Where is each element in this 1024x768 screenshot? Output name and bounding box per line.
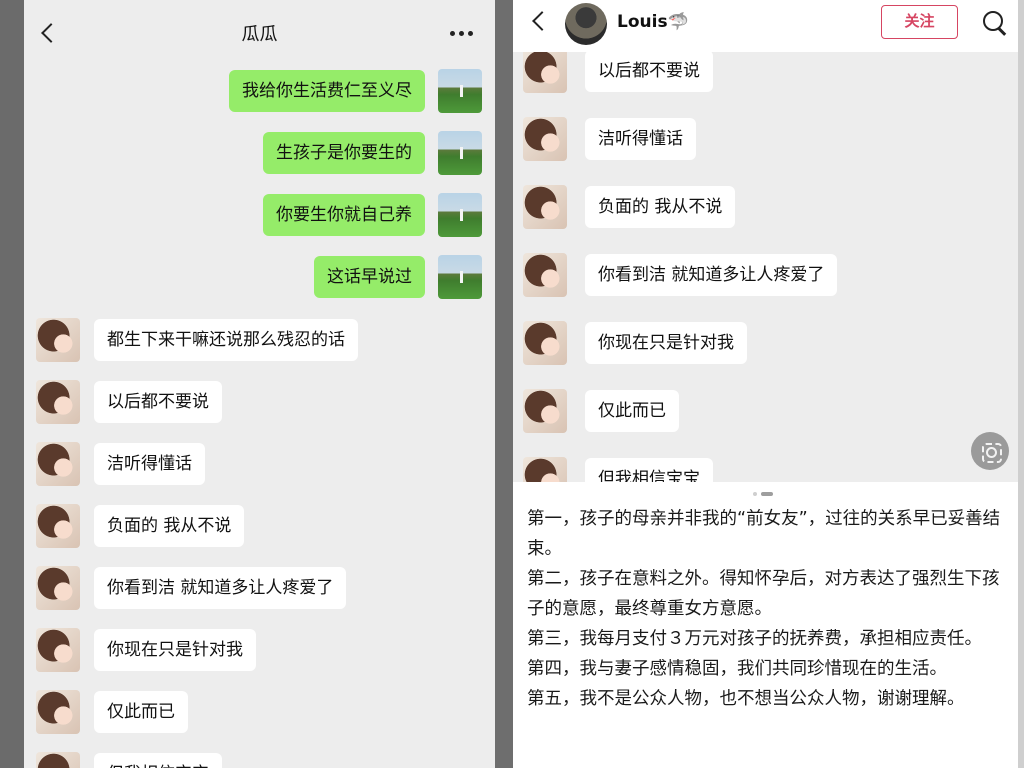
message-row: 以后都不要说 <box>24 379 495 425</box>
avatar[interactable] <box>36 442 80 486</box>
message-row: 仅此而已 <box>24 689 495 735</box>
message-row: 你现在只是针对我 <box>24 627 495 673</box>
message-bubble[interactable]: 你看到洁 就知道多让人疼爱了 <box>94 567 347 609</box>
message-bubble: 负面的 我从不说 <box>585 186 736 228</box>
message-row: 但我相信宝宝 <box>513 456 1018 482</box>
avatar <box>523 457 567 482</box>
avatar[interactable] <box>36 752 80 768</box>
message-bubble[interactable]: 都生下来干嘛还说那么残忍的话 <box>94 319 358 361</box>
message-bubble[interactable]: 洁听得懂话 <box>94 443 205 485</box>
avatar[interactable] <box>36 380 80 424</box>
avatar[interactable] <box>438 193 482 237</box>
message-row: 负面的 我从不说 <box>24 503 495 549</box>
message-row: 你现在只是针对我 <box>513 320 1018 366</box>
message-row: 洁听得懂话 <box>24 441 495 487</box>
left-chat-screen: 瓜瓜 我给你生活费仁至义尽 生孩子是你要生的 你要生你就自己养 这话早说过 都生… <box>24 0 495 768</box>
message-row: 都生下来干嘛还说那么残忍的话 <box>24 317 495 363</box>
avatar <box>523 389 567 433</box>
message-bubble: 你现在只是针对我 <box>585 322 747 364</box>
search-icon[interactable] <box>982 10 1008 36</box>
avatar[interactable] <box>36 504 80 548</box>
message-row: 生孩子是你要生的 <box>24 130 495 176</box>
profile-name[interactable]: Louis🦈 <box>617 12 689 32</box>
post-screen: Louis🦈 关注 以后都不要说 洁听得懂话 负面的 我从不说 你看到洁 就知道… <box>513 0 1018 768</box>
message-bubble[interactable]: 以后都不要说 <box>94 381 222 423</box>
message-row: 但我相信宝宝 <box>24 751 495 768</box>
message-row: 以后都不要说 <box>513 52 1018 94</box>
statement-line: 第一，孩子的母亲并非我的“前女友”，过往的关系早已妥善结束。 <box>527 509 1001 559</box>
avatar <box>523 185 567 229</box>
message-bubble[interactable]: 生孩子是你要生的 <box>263 132 425 174</box>
avatar[interactable] <box>438 131 482 175</box>
statement-line: 第三，我每月支付３万元对孩子的抚养费，承担相应责任。 <box>527 629 982 649</box>
message-bubble: 仅此而已 <box>585 390 679 432</box>
message-row: 你要生你就自己养 <box>24 192 495 238</box>
statement-line: 第二，孩子在意料之外。得知怀孕后，对方表达了强烈生下孩子的意愿，最终尊重女方意愿… <box>527 569 1000 619</box>
avatar[interactable] <box>36 318 80 362</box>
avatar[interactable] <box>438 69 482 113</box>
message-bubble: 以后都不要说 <box>585 52 713 92</box>
message-row: 洁听得懂话 <box>513 116 1018 162</box>
message-row: 你看到洁 就知道多让人疼爱了 <box>24 565 495 611</box>
statement-line: 第四，我与妻子感情稳固，我们共同珍惜现在的生活。 <box>527 659 947 679</box>
message-row: 你看到洁 就知道多让人疼爱了 <box>513 252 1018 298</box>
back-icon[interactable] <box>532 11 552 31</box>
message-row: 负面的 我从不说 <box>513 184 1018 230</box>
chat-header: 瓜瓜 <box>24 0 495 62</box>
post-text: 第一，孩子的母亲并非我的“前女友”，过往的关系早已妥善结束。 第二，孩子在意料之… <box>527 504 1011 714</box>
message-bubble: 但我相信宝宝 <box>585 458 713 482</box>
avatar[interactable] <box>438 255 482 299</box>
message-bubble: 你看到洁 就知道多让人疼爱了 <box>585 254 838 296</box>
follow-button[interactable]: 关注 <box>881 5 958 39</box>
avatar[interactable] <box>36 628 80 672</box>
avatar <box>523 52 567 93</box>
more-icon[interactable] <box>450 31 473 36</box>
avatar[interactable] <box>36 566 80 610</box>
lens-icon[interactable] <box>971 432 1009 470</box>
right-frame <box>1018 0 1024 768</box>
message-bubble[interactable]: 这话早说过 <box>314 256 425 298</box>
avatar <box>523 253 567 297</box>
divider-frame <box>495 0 513 768</box>
message-bubble[interactable]: 负面的 我从不说 <box>94 505 245 547</box>
avatar <box>523 321 567 365</box>
profile-avatar[interactable] <box>565 3 607 45</box>
avatar[interactable] <box>36 690 80 734</box>
statement-line: 第五，我不是公众人物，也不想当公众人物，谢谢理解。 <box>527 689 965 709</box>
image-page-indicator <box>753 492 773 496</box>
message-bubble[interactable]: 你现在只是针对我 <box>94 629 256 671</box>
message-row: 仅此而已 <box>513 388 1018 434</box>
left-frame <box>0 0 24 768</box>
avatar <box>523 117 567 161</box>
message-row: 这话早说过 <box>24 254 495 300</box>
message-row: 我给你生活费仁至义尽 <box>24 68 495 114</box>
message-bubble: 洁听得懂话 <box>585 118 696 160</box>
message-bubble[interactable]: 我给你生活费仁至义尽 <box>229 70 425 112</box>
message-bubble[interactable]: 你要生你就自己养 <box>263 194 425 236</box>
chat-title: 瓜瓜 <box>241 24 278 45</box>
message-bubble[interactable]: 但我相信宝宝 <box>94 753 222 768</box>
post-image[interactable]: 以后都不要说 洁听得懂话 负面的 我从不说 你看到洁 就知道多让人疼爱了 你现在… <box>513 52 1018 482</box>
message-bubble[interactable]: 仅此而已 <box>94 691 188 733</box>
post-header: Louis🦈 关注 <box>513 0 1018 52</box>
